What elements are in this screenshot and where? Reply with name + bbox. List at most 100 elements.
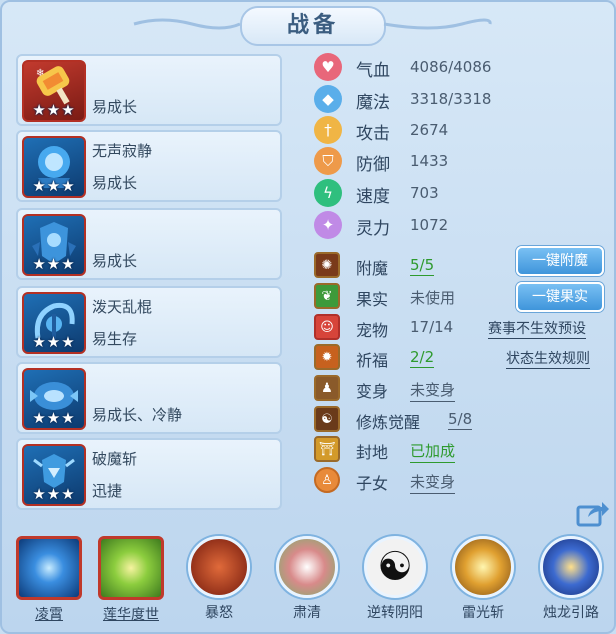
bottom-skill-leiguang[interactable]: 雷光斩 (446, 536, 520, 622)
fruit-value: 未使用 (410, 289, 456, 307)
stat-hp: ♥ 气血 4086/4086 (314, 52, 604, 82)
stat-value: 1072 (410, 216, 449, 234)
star-rating: ★★★ (32, 333, 76, 351)
title-ornament-left (133, 18, 241, 30)
lotus-hand-skill-icon (98, 536, 164, 600)
blue-mask-skill-icon: ★★★ (22, 136, 86, 198)
children-row: ♙ 子女 未变身 (314, 467, 610, 495)
panel-title: 战备 (240, 6, 386, 46)
skill-name: 破魔斩 (92, 450, 138, 468)
info-label: 变身 (356, 382, 389, 401)
info-label: 果实 (356, 290, 389, 309)
bottom-skill-zhulong[interactable]: 烛龙引路 (534, 536, 608, 622)
stat-label: 气血 (356, 61, 390, 81)
info-label: 祈福 (356, 351, 389, 370)
skill-trait: 易成长 (92, 252, 138, 270)
pet-value: 17/14 (410, 318, 454, 336)
skill-card[interactable]: ★★★ 易成长、冷静 (16, 362, 282, 434)
bottom-skill-baonu[interactable]: 暴怒 (182, 536, 256, 622)
bottom-skill-suqing[interactable]: 肃清 (270, 536, 344, 622)
bottom-skill-lianhua[interactable]: 莲华度世 (94, 536, 168, 624)
territory-row: ⛩ 封地 已加成 (314, 436, 610, 464)
stat-defense: ⛉ 防御 1433 (314, 146, 604, 176)
bottom-skill-label: 逆转阴阳 (367, 605, 423, 621)
territory-gate-icon: ⛩ (314, 436, 340, 462)
transform-value[interactable]: 未变身 (410, 379, 456, 402)
star-rating: ★★★ (32, 101, 76, 119)
leaf-icon: ❦ (314, 283, 340, 309)
spirit-icon: ✦ (314, 211, 342, 239)
skill-trait: 易成长 (92, 98, 138, 116)
bottom-skill-label: 暴怒 (205, 605, 233, 621)
stat-value: 2674 (410, 121, 449, 139)
thunder-blade-skill-icon (452, 536, 514, 598)
bottom-skill-label: 凌霄 (35, 607, 63, 623)
skill-name: 泼天乱棍 (92, 298, 153, 316)
skill-card[interactable]: ★★★ 易成长 (16, 208, 282, 280)
title-ornament-right (383, 18, 492, 30)
blessing-icon: ✹ (314, 344, 340, 370)
skill-card[interactable]: ★★★ 破魔斩 迅捷 (16, 438, 282, 510)
enchant-value[interactable]: 5/5 (410, 256, 435, 276)
stat-mp: ◆ 魔法 3318/3318 (314, 84, 604, 114)
territory-value[interactable]: 已加成 (410, 440, 456, 463)
rage-beast-skill-icon (188, 536, 250, 598)
info-label: 附魔 (356, 259, 389, 278)
info-label: 封地 (356, 443, 389, 462)
stat-spirit: ✦ 灵力 1072 (314, 210, 604, 240)
children-value[interactable]: 未变身 (410, 471, 456, 494)
bottom-skill-label: 雷光斩 (462, 605, 504, 621)
awakening-row: ☯ 修炼觉醒 5/8 (314, 406, 610, 434)
bottom-skill-lingxiao[interactable]: 凌霄 (12, 536, 86, 624)
star-rating: ★★★ (32, 485, 76, 503)
battle-prep-panel: 战备 ❄ ★★★ 易成长 ★★★ 无声寂静 易成长 ★★★ 易成长 ★★★ 泼天 (0, 0, 616, 634)
blue-orb-skill-icon (16, 536, 82, 600)
stat-speed: ϟ 速度 703 (314, 178, 604, 208)
star-rating: ★★★ (32, 177, 76, 195)
skill-trait: 易成长、冷静 (92, 406, 183, 424)
stat-label: 攻击 (356, 124, 390, 144)
stat-value: 4086/4086 (410, 58, 492, 76)
info-label: 修炼觉醒 (356, 413, 421, 432)
skill-trait: 易成长 (92, 174, 138, 192)
stat-label: 魔法 (356, 93, 390, 113)
dragon-torch-skill-icon (540, 536, 602, 598)
sword-slash-skill-icon (276, 536, 338, 598)
skill-card[interactable]: ❄ ★★★ 易成长 (16, 54, 282, 126)
stat-value: 3318/3318 (410, 90, 492, 108)
info-label: 子女 (356, 474, 389, 493)
stat-value: 1433 (410, 152, 449, 170)
blue-helm-skill-icon: ★★★ (22, 368, 86, 430)
pet-avatar-icon: ☺ (314, 314, 340, 340)
share-icon[interactable] (576, 499, 610, 527)
transform-row: ♟ 变身 未变身 (314, 375, 610, 403)
transform-figure-icon: ♟ (314, 375, 340, 401)
awakening-value[interactable]: 5/8 (448, 410, 473, 430)
one-click-fruit-button[interactable]: 一键果实 (516, 282, 604, 312)
stat-label: 防御 (356, 155, 390, 175)
popsicle-skill-icon: ❄ ★★★ (22, 60, 86, 122)
staff-strike-skill-icon: ★★★ (22, 292, 86, 354)
star-rating: ★★★ (32, 409, 76, 427)
skill-card[interactable]: ★★★ 泼天乱棍 易生存 (16, 286, 282, 358)
skill-trait: 迅捷 (92, 482, 123, 500)
lightning-icon: ϟ (314, 179, 342, 207)
enchant-icon: ✺ (314, 252, 340, 278)
blessing-value[interactable]: 2/2 (410, 348, 435, 368)
skill-card[interactable]: ★★★ 无声寂静 易成长 (16, 130, 282, 202)
sword-icon: † (314, 116, 342, 144)
stat-label: 速度 (356, 187, 390, 207)
tournament-preset-link[interactable]: 赛事不生效预设 (488, 318, 586, 339)
yin-yang-skill-icon: ☯ (364, 536, 426, 598)
bottom-skill-nizhuan[interactable]: ☯ 逆转阴阳 (358, 536, 432, 622)
star-rating: ★★★ (32, 255, 76, 273)
meditation-icon: ☯ (314, 406, 340, 432)
pet-row: ☺ 宠物 17/14 赛事不生效预设 (314, 314, 610, 342)
stat-label: 灵力 (356, 219, 390, 239)
heart-icon: ♥ (314, 53, 342, 81)
blessing-row: ✹ 祈福 2/2 状态生效规则 (314, 344, 610, 372)
one-click-enchant-button[interactable]: 一键附魔 (516, 246, 604, 276)
water-drop-icon: ◆ (314, 85, 342, 113)
status-rules-link[interactable]: 状态生效规则 (506, 348, 590, 369)
info-label: 宠物 (356, 321, 389, 340)
